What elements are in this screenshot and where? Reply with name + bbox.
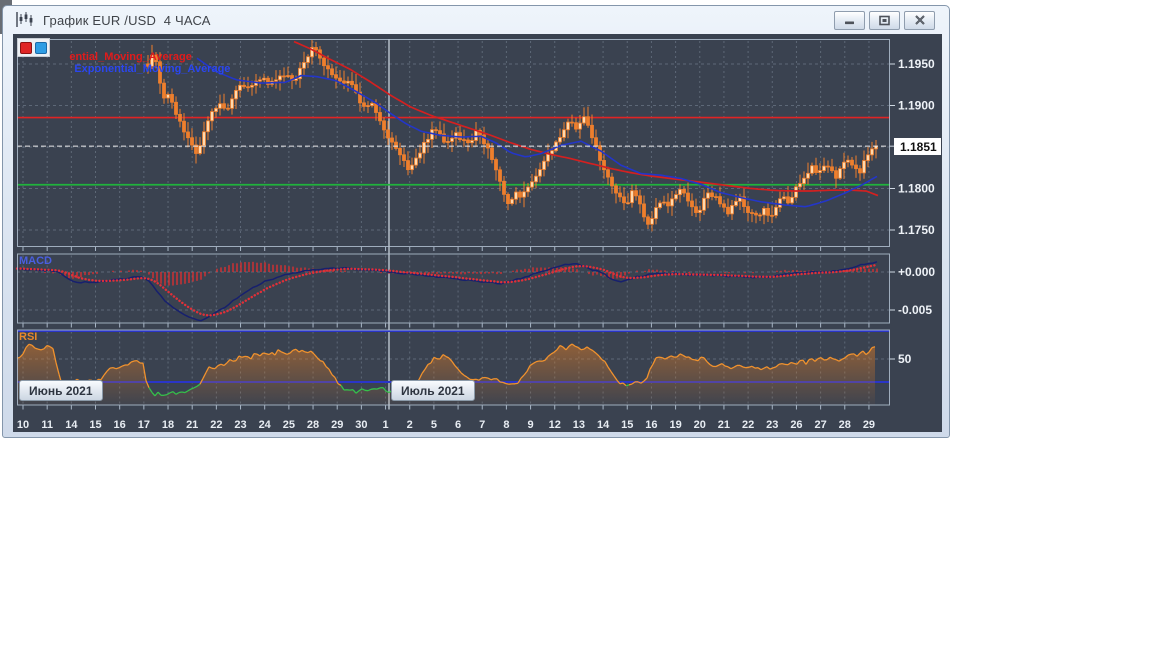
price-axis-label: 1.1950 xyxy=(898,57,935,71)
macd-panel-label: MACD xyxy=(19,255,52,267)
minimize-button[interactable] xyxy=(834,11,865,30)
date-axis-label: 25 xyxy=(283,419,295,431)
date-axis-label: 16 xyxy=(645,419,657,431)
panel-borders xyxy=(18,40,890,406)
chart-window: График EUR /USD 4 ЧАСА 1.19 xyxy=(2,5,950,438)
date-axis-label: 22 xyxy=(742,419,754,431)
window-title: График EUR /USD 4 ЧАСА xyxy=(43,13,211,28)
blue-ma-swatch[interactable] xyxy=(35,42,47,54)
date-axis-label: 6 xyxy=(455,419,461,431)
current-price-label: 1.1851 xyxy=(894,138,941,155)
indicator-legend-labels: ential_Moving_Average Exponential_Moving… xyxy=(51,39,230,87)
date-axis-label: 29 xyxy=(331,419,343,431)
date-axis-label: 28 xyxy=(839,419,851,431)
rsi-axis-label: 50 xyxy=(898,352,912,366)
date-axis-label: 16 xyxy=(114,419,126,431)
level-lines-layer xyxy=(17,118,890,185)
date-axis-label: 12 xyxy=(549,419,561,431)
date-axis-label: 29 xyxy=(863,419,875,431)
date-axis-label: 9 xyxy=(528,419,534,431)
rsi-panel-label: RSI xyxy=(19,331,37,343)
date-axis-label: 28 xyxy=(307,419,319,431)
price-axis-label: 1.1800 xyxy=(898,182,935,196)
ma-red-legend-label: ential_Moving_Average xyxy=(69,51,191,63)
restore-button[interactable] xyxy=(869,11,900,30)
date-axis-label: 18 xyxy=(162,419,174,431)
grid-layer xyxy=(17,41,890,405)
date-axis-label: 5 xyxy=(431,419,437,431)
date-axis-label: 8 xyxy=(503,419,509,431)
date-axis-label: 2 xyxy=(407,419,413,431)
restore-icon xyxy=(878,15,891,26)
minimize-icon xyxy=(843,16,856,25)
date-axis-label: 19 xyxy=(669,419,681,431)
date-axis-label: 15 xyxy=(621,419,633,431)
date-axis-label: 17 xyxy=(138,419,150,431)
close-icon xyxy=(914,15,926,25)
indicator-legend-box xyxy=(17,38,50,57)
date-axis-label: 15 xyxy=(89,419,101,431)
date-axis-label: 30 xyxy=(355,419,367,431)
month-label-july: Июль 2021 xyxy=(391,380,475,401)
date-axis-label: 22 xyxy=(210,419,222,431)
macd-axis-label: -0.005 xyxy=(898,303,932,317)
date-axis-label: 23 xyxy=(766,419,778,431)
date-axis-label: 26 xyxy=(790,419,802,431)
ma-blue-legend-label: Exponential_Moving_Average xyxy=(74,63,230,75)
date-axis-label: 1 xyxy=(382,419,388,431)
candlestick-chart-icon xyxy=(15,11,35,29)
date-axis-label: 7 xyxy=(479,419,485,431)
date-axis-label: 27 xyxy=(814,419,826,431)
chart-client-area: 1.1950 1.1900 1.1800 1.1750 +0.000 -0.005 50 10… xyxy=(13,34,942,432)
date-axis-label: 13 xyxy=(573,419,585,431)
red-ma-swatch[interactable] xyxy=(20,42,32,54)
month-label-june: Июнь 2021 xyxy=(19,380,103,401)
price-chart-canvas[interactable]: 1.1950 1.1900 1.1800 1.1750 +0.000 -0.005 50 10… xyxy=(13,34,942,432)
date-axis-label: 21 xyxy=(186,419,198,431)
date-axis-label: 23 xyxy=(234,419,246,431)
date-axis-label: 11 xyxy=(41,419,53,431)
price-axis-label: 1.1900 xyxy=(898,99,935,113)
price-axis-label: 1.1750 xyxy=(898,223,935,237)
date-axis-label: 24 xyxy=(259,419,272,431)
date-axis-label: 20 xyxy=(694,419,706,431)
date-axis-label: 21 xyxy=(718,419,730,431)
window-titlebar[interactable]: График EUR /USD 4 ЧАСА xyxy=(3,6,949,34)
date-axis-label: 14 xyxy=(65,419,78,431)
window-controls xyxy=(834,11,941,30)
close-button[interactable] xyxy=(904,11,935,30)
macd-axis-label: +0.000 xyxy=(898,265,935,279)
date-axis-label: 10 xyxy=(17,419,29,431)
date-axis-label: 14 xyxy=(597,419,610,431)
